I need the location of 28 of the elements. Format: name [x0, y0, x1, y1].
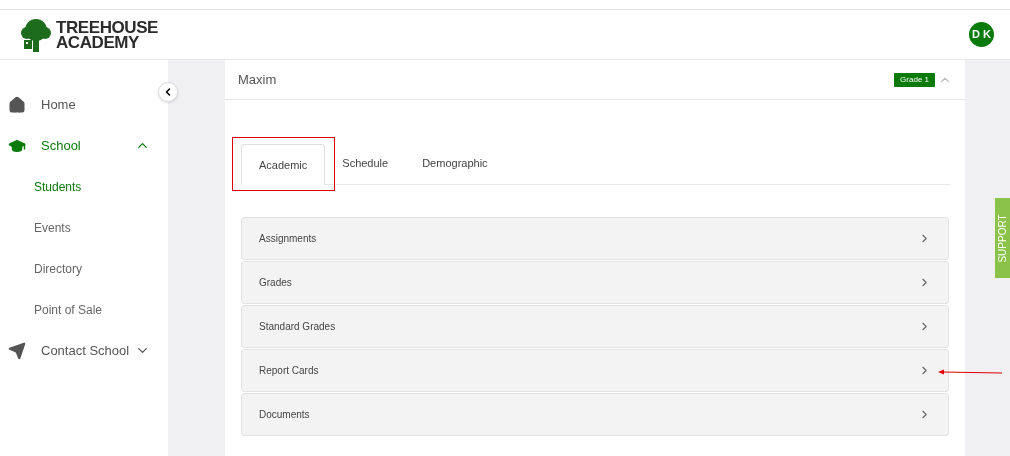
nav-item[interactable]: Contact School: [0, 330, 168, 371]
logo-text: ACADEMY: [56, 34, 139, 50]
nav-subitem[interactable]: Students: [0, 166, 168, 207]
tab[interactable]: Schedule: [325, 143, 406, 184]
accordion-row[interactable]: Grades: [241, 261, 949, 304]
tab[interactable]: Demographic: [405, 143, 505, 184]
grade-badge: Grade 1: [894, 72, 935, 87]
nav-label: Contact School: [41, 341, 130, 360]
tab[interactable]: Academic: [241, 144, 326, 185]
nav-subitem[interactable]: Events: [0, 207, 168, 248]
nav-item[interactable]: Home: [0, 84, 168, 125]
nav-subitem[interactable]: Point of Sale: [0, 289, 168, 330]
student-name: Maxim: [238, 70, 277, 89]
annotation-arrow: [938, 368, 1002, 376]
nav-item[interactable]: School: [0, 125, 168, 166]
tree-logo-icon: [20, 17, 52, 52]
accordion-row[interactable]: Assignments: [241, 217, 949, 260]
user-avatar[interactable]: D K: [969, 22, 994, 47]
send-icon: [8, 341, 26, 360]
accordion-row[interactable]: Report Cards: [241, 349, 949, 392]
collapse-sidebar-button[interactable]: [158, 82, 178, 102]
logo-text: TREEHOUSE: [56, 19, 158, 35]
nav-subitem[interactable]: Directory: [0, 248, 168, 289]
nav-label: Home: [41, 95, 76, 114]
home-icon: [8, 95, 26, 114]
nav-label: School: [41, 136, 81, 155]
accordion-row[interactable]: Standard Grades: [241, 305, 949, 348]
accordion-row[interactable]: Documents: [241, 393, 949, 436]
